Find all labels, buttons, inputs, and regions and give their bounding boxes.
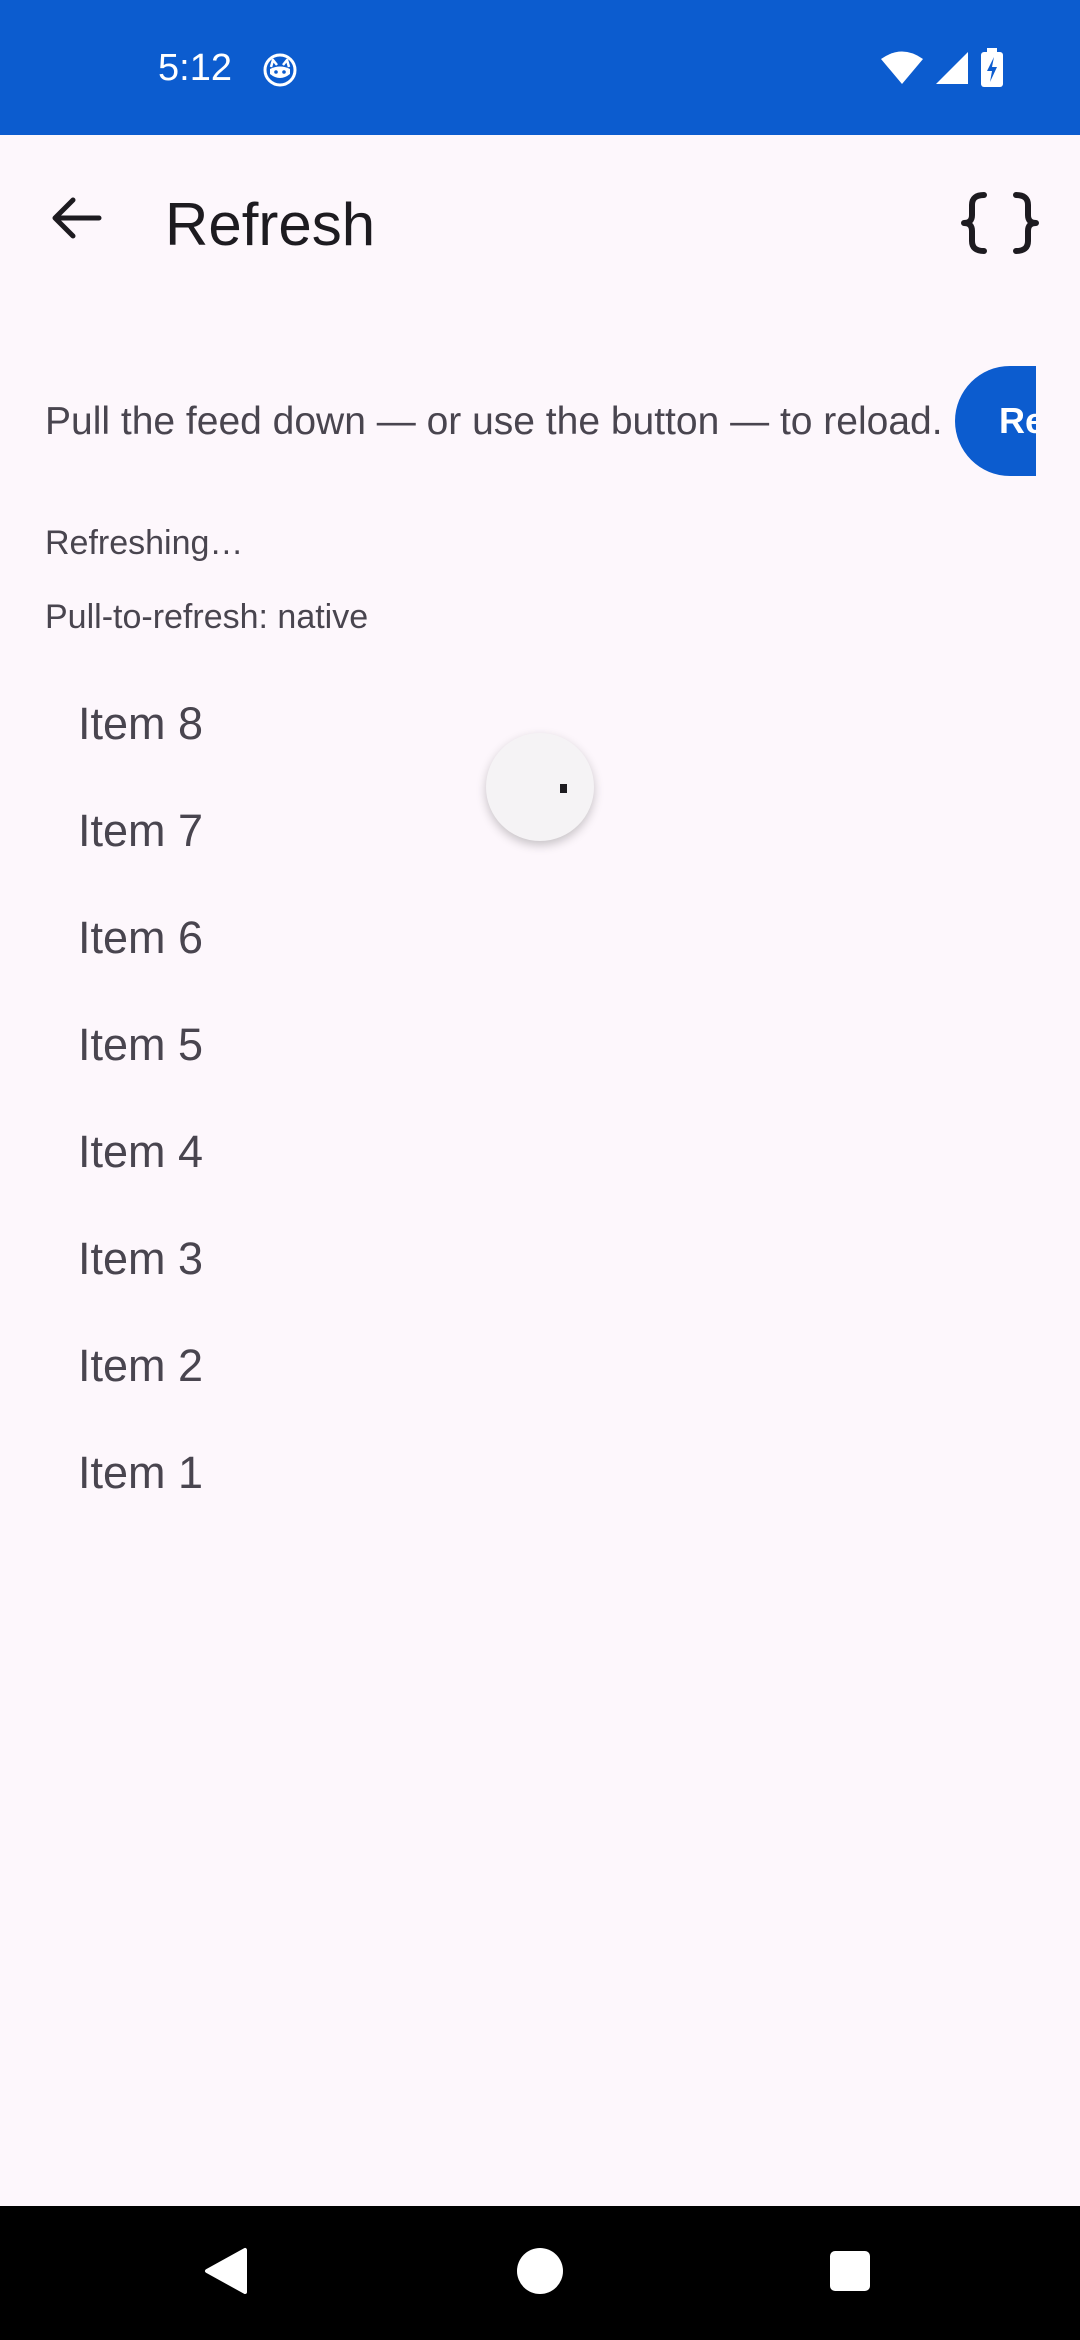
list-item[interactable]: Item 5 [0, 991, 1080, 1098]
battery-charging-icon [980, 47, 1004, 93]
app-bar: Refresh [0, 135, 1080, 315]
status-time: 5:12 [158, 47, 232, 89]
recents-square-icon [828, 2249, 872, 2298]
list-item[interactable]: Item 1 [0, 1419, 1080, 1526]
page-title: Refresh [165, 191, 376, 258]
list-item[interactable]: Item 6 [0, 884, 1080, 991]
back-button[interactable] [36, 180, 116, 260]
nav-home-button[interactable] [500, 2233, 580, 2313]
nav-recents-button[interactable] [810, 2233, 890, 2313]
navigation-bar [0, 2206, 1080, 2340]
spinner-dot [560, 784, 567, 793]
cell-signal-icon [934, 50, 970, 91]
back-triangle-icon [201, 2246, 251, 2301]
refresh-spinner [486, 733, 594, 841]
refresh-status: Refreshing… [45, 524, 244, 562]
status-bar: 5:12 [0, 0, 1080, 135]
cat-face-icon [262, 52, 298, 88]
list-item[interactable]: Item 4 [0, 1098, 1080, 1205]
screen: 5:12 Refresh Pull the feed down — or use… [0, 0, 1080, 2340]
nav-back-button[interactable] [186, 2233, 266, 2313]
list-item[interactable]: Item 2 [0, 1312, 1080, 1419]
curly-braces-icon [960, 191, 1040, 260]
arrow-left-icon [49, 191, 103, 250]
refresh-mode: Pull-to-refresh: native [45, 598, 369, 636]
refresh-button[interactable]: Refresh [955, 366, 1036, 476]
code-view-button[interactable] [950, 185, 1050, 265]
status-icons [880, 47, 1004, 93]
home-circle-icon [515, 2246, 565, 2301]
description-text: Pull the feed down — or use the button —… [45, 400, 943, 443]
wifi-icon [880, 50, 924, 91]
list-item[interactable]: Item 3 [0, 1205, 1080, 1312]
